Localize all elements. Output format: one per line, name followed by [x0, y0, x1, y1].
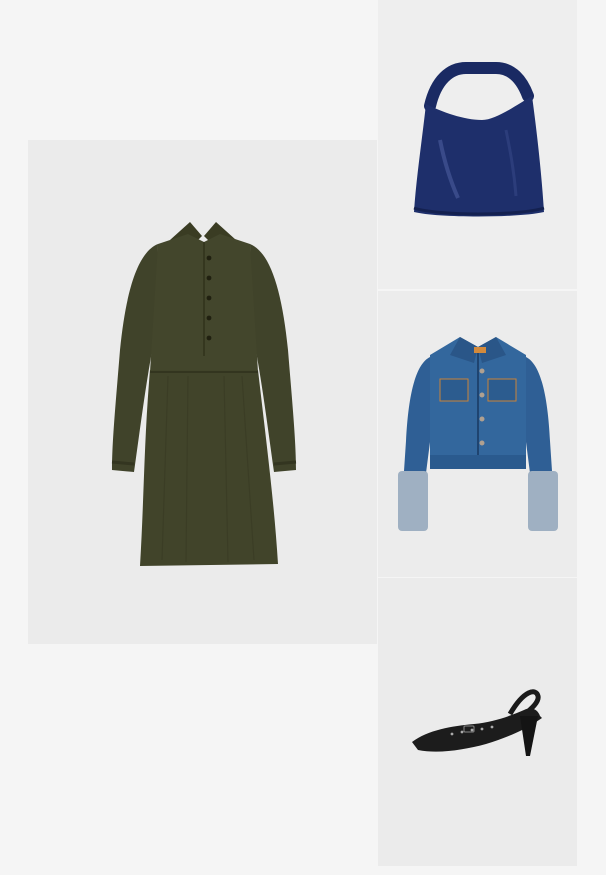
bag-image	[413, 62, 545, 217]
shoe-product-tile[interactable]	[378, 578, 577, 866]
bag-product-tile[interactable]	[378, 0, 577, 289]
jacket-product-tile[interactable]	[378, 291, 577, 577]
dress-image	[111, 222, 297, 566]
shoe-image	[412, 689, 542, 756]
dress-product-tile[interactable]	[28, 140, 377, 644]
jacket-image	[398, 337, 558, 531]
